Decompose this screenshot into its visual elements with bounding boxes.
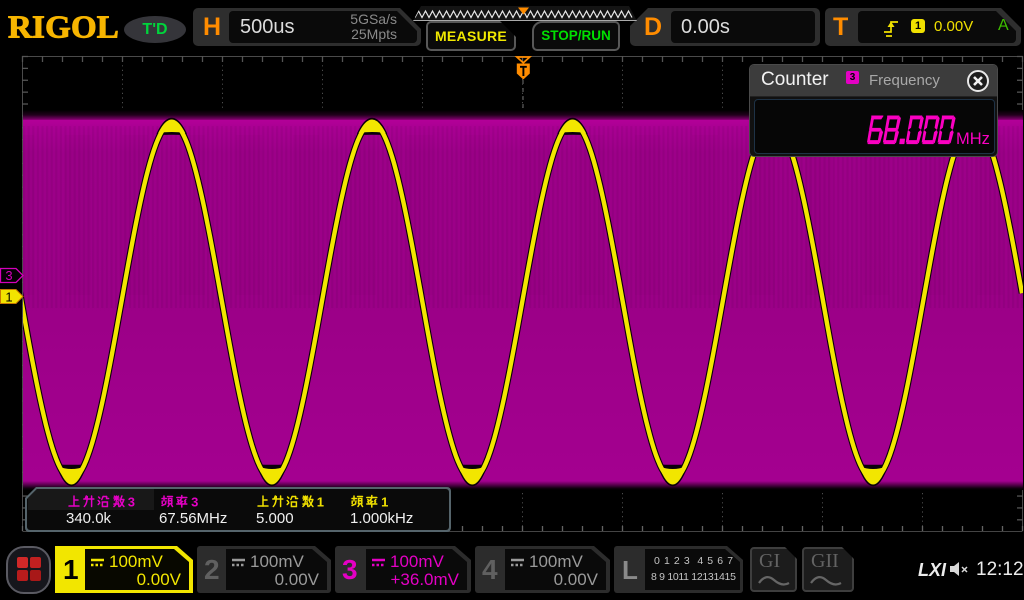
- svg-text:1: 1: [5, 290, 12, 305]
- svg-text:1: 1: [381, 495, 388, 510]
- svg-text:3: 3: [128, 495, 135, 510]
- svg-text:3: 3: [5, 268, 12, 283]
- svg-text:1: 1: [317, 495, 324, 510]
- svg-text:3: 3: [191, 495, 198, 510]
